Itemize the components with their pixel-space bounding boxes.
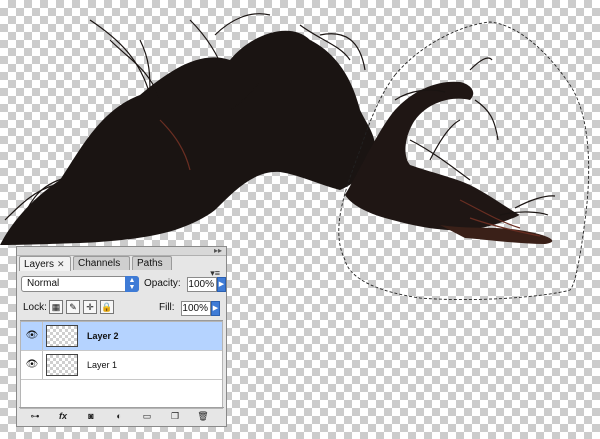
fill-slider-arrow-icon[interactable]: ▶	[211, 301, 220, 316]
blend-opacity-row: Normal ▲ ▼ Opacity: 100% ▶	[21, 275, 226, 293]
updown-arrows-icon[interactable]: ▲ ▼	[125, 276, 139, 292]
layer-thumbnail	[46, 354, 78, 376]
layer-name[interactable]: Layer 1	[87, 360, 117, 370]
panel-tabs: Layers ✕ Channels Paths ▾≡	[19, 256, 224, 278]
layer-thumbnail	[46, 325, 78, 347]
opacity-input[interactable]: 100%	[187, 277, 217, 292]
tab-layers[interactable]: Layers ✕	[19, 256, 71, 271]
opacity-label: Opacity:	[144, 278, 181, 289]
tab-paths-label: Paths	[137, 258, 163, 269]
adjustment-icon[interactable]: ◐	[111, 410, 127, 423]
blend-mode-value: Normal	[27, 278, 60, 289]
panel-collapse-icon[interactable]: ▸▸	[214, 247, 222, 255]
tab-close-icon[interactable]: ✕	[57, 259, 65, 269]
fx-icon[interactable]: fx	[55, 410, 71, 423]
tab-channels-label: Channels	[78, 258, 121, 269]
layer-name[interactable]: Layer 2	[87, 331, 119, 341]
padlock-icon[interactable]: 🔒	[100, 300, 114, 314]
lock-fill-row: Lock: ▦ ✎ ✛ 🔒 Fill: 100% ▶	[21, 299, 222, 317]
fill-input[interactable]: 100%	[181, 301, 211, 316]
column-separator	[42, 322, 43, 350]
checker-lock-icon[interactable]: ▦	[49, 300, 63, 314]
trash-icon[interactable]: 🗑	[195, 410, 211, 423]
opacity-slider-arrow-icon[interactable]: ▶	[217, 277, 226, 292]
panel-bottom-toolbar: ⊶ fx ◙ ◐ ▭ ❐ 🗑	[19, 407, 224, 424]
hair-mass	[0, 30, 375, 246]
layers-list: 👁 Layer 2 👁 Layer 1	[20, 321, 223, 409]
mask-icon[interactable]: ◙	[83, 410, 99, 423]
link-icon[interactable]: ⊶	[27, 410, 43, 423]
fill-label: Fill:	[159, 302, 175, 313]
lock-label: Lock:	[23, 302, 47, 313]
layer-row-layer-1[interactable]: 👁 Layer 1	[21, 351, 222, 380]
column-separator	[42, 351, 43, 379]
brush-lock-icon[interactable]: ✎	[66, 300, 80, 314]
eye-icon[interactable]: 👁	[25, 330, 39, 342]
tab-layers-label: Layers	[24, 259, 55, 270]
folder-icon[interactable]: ▭	[139, 410, 155, 423]
layer-row-layer-2[interactable]: 👁 Layer 2	[21, 322, 222, 351]
eye-icon[interactable]: 👁	[25, 359, 39, 371]
blend-mode-select[interactable]: Normal ▲ ▼	[21, 276, 139, 292]
new-layer-icon[interactable]: ❐	[167, 410, 183, 423]
tab-channels[interactable]: Channels	[73, 256, 130, 270]
tab-paths[interactable]: Paths	[132, 256, 172, 270]
layers-panel: ▸▸ Layers ✕ Channels Paths ▾≡ Normal ▲ ▼ O…	[16, 246, 227, 427]
panel-title-bar[interactable]: ▸▸	[17, 247, 226, 256]
move-lock-icon[interactable]: ✛	[83, 300, 97, 314]
